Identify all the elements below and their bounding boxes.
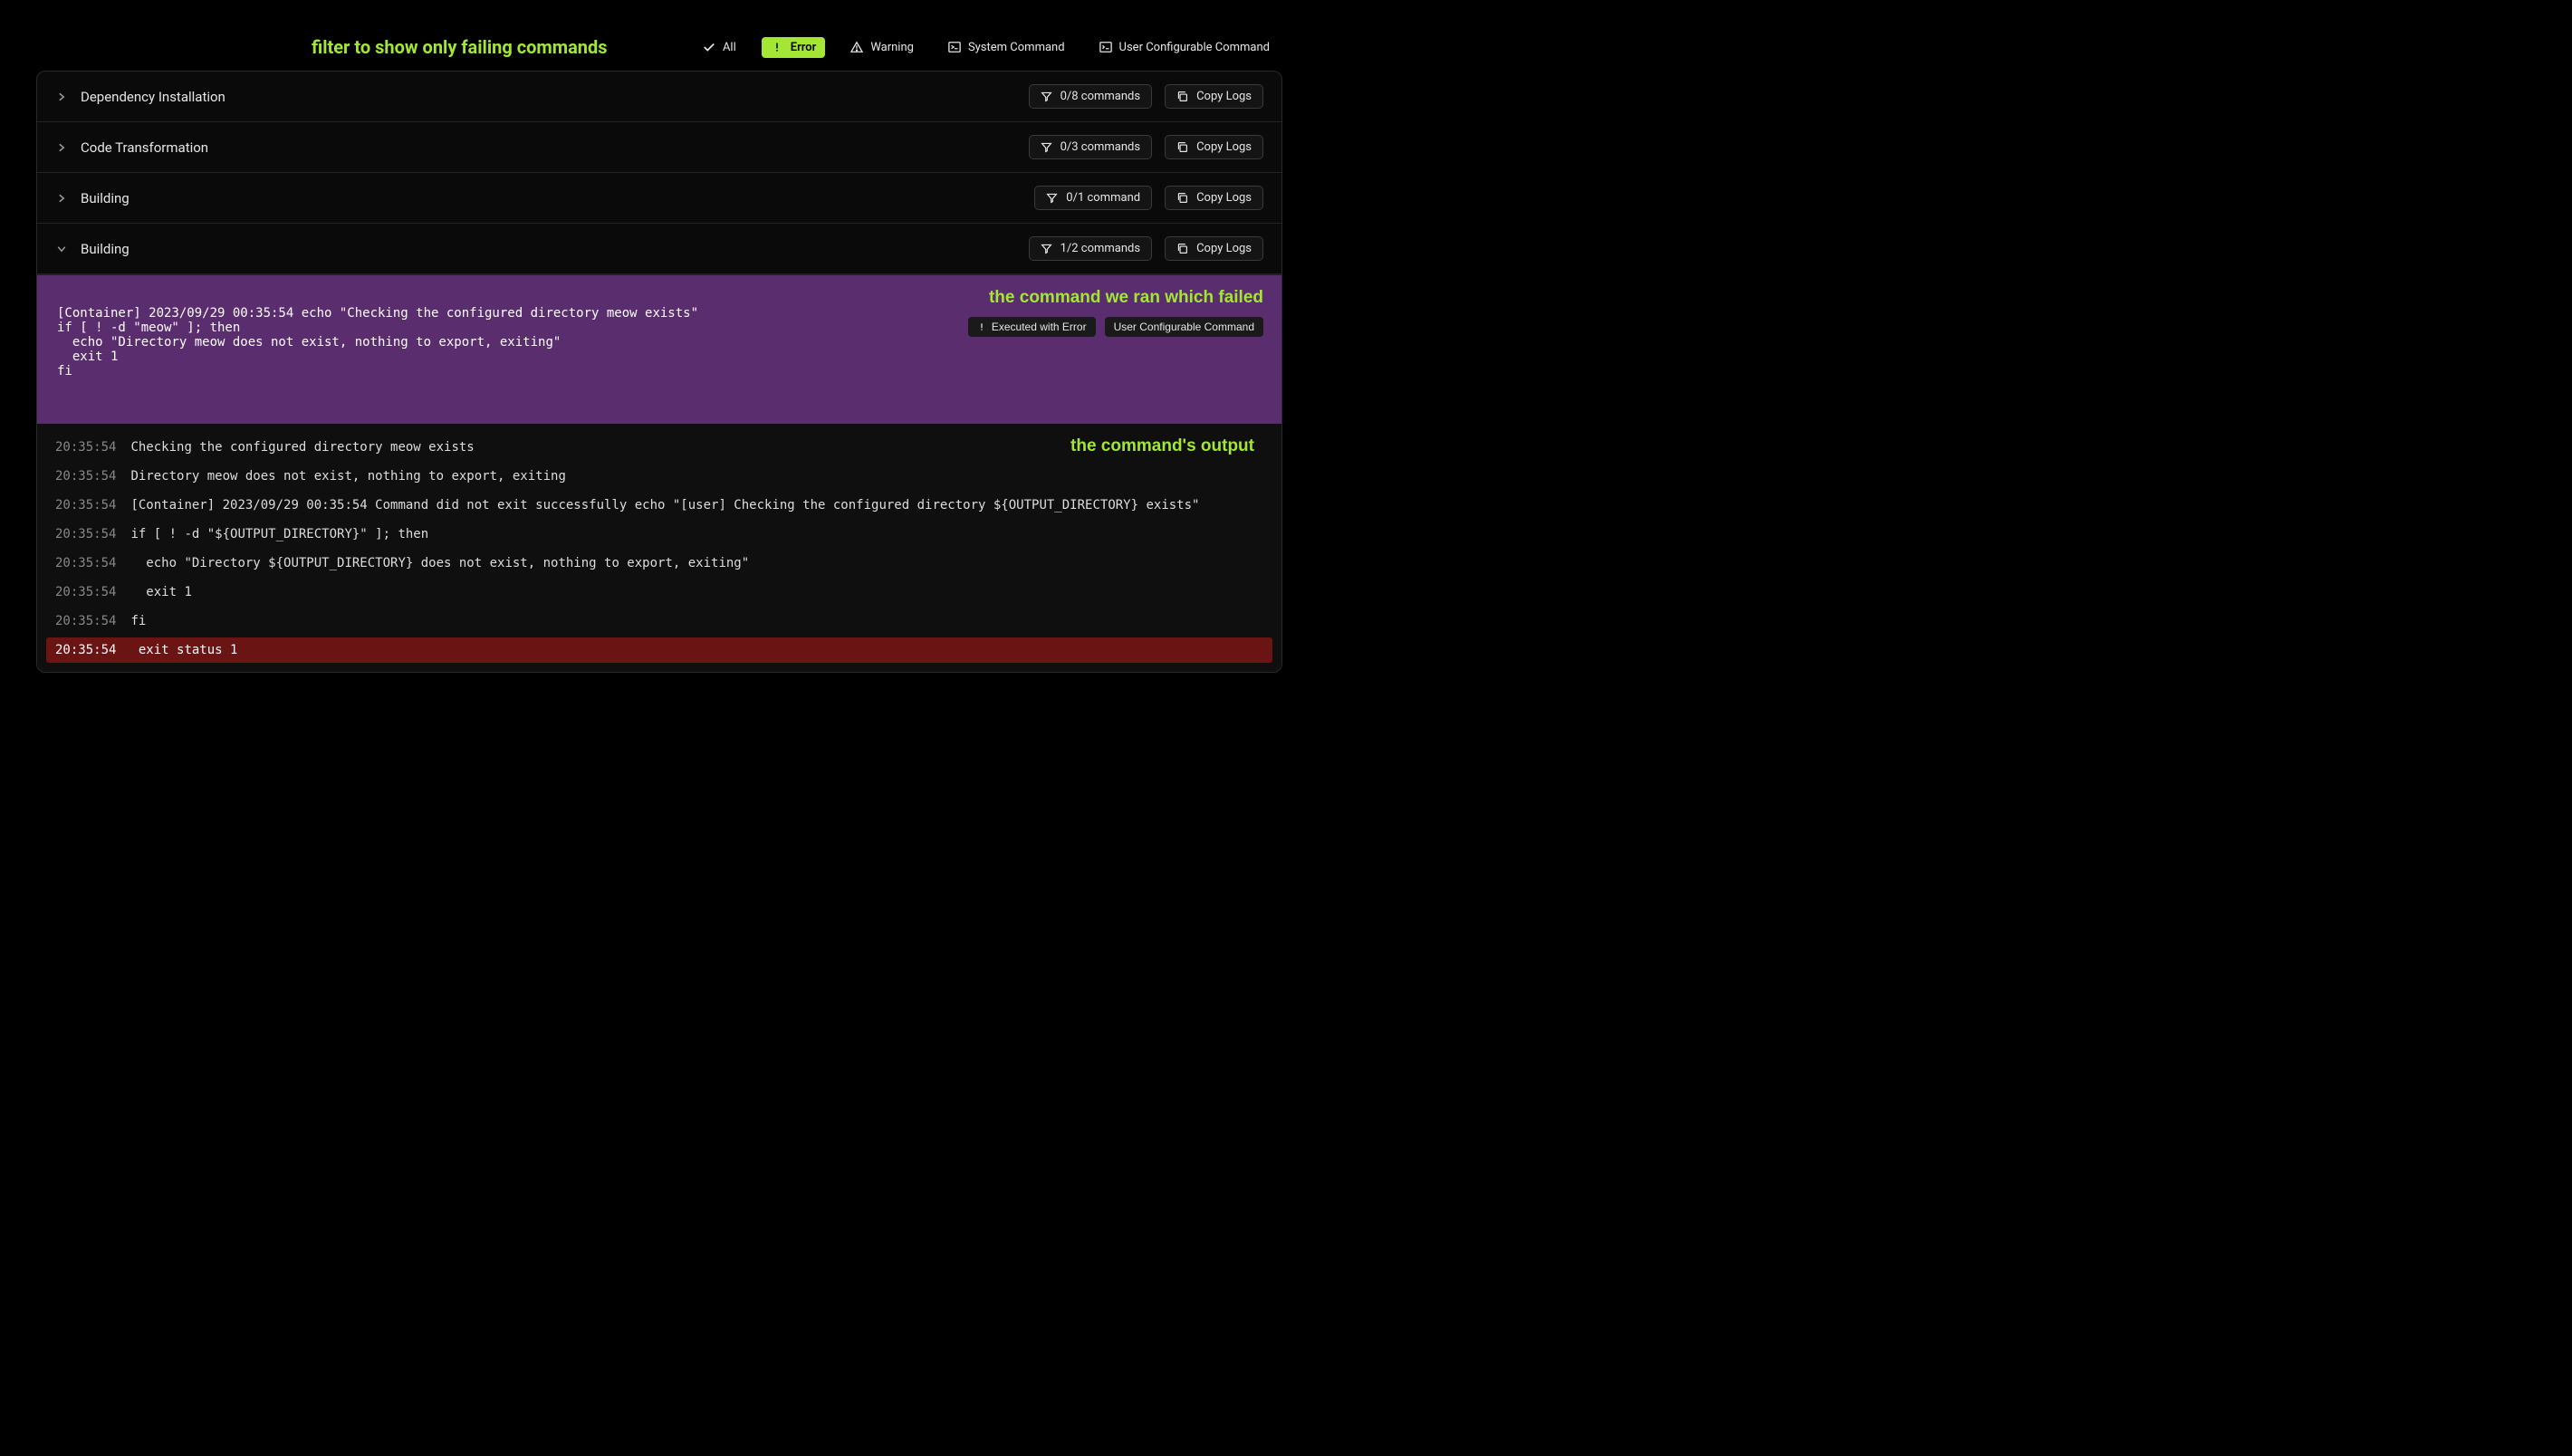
log-message: Checking the configured directory meow e… bbox=[130, 440, 474, 455]
log-timestamp: 20:35:54 bbox=[55, 643, 116, 657]
log-message: fi bbox=[130, 614, 146, 628]
section-title: Dependency Installation bbox=[81, 89, 226, 105]
warning-icon bbox=[850, 41, 863, 53]
filter-icon bbox=[1041, 91, 1053, 103]
type-badge-label: User Configurable Command bbox=[1114, 321, 1254, 333]
filter-icon bbox=[1046, 192, 1059, 205]
log-line: 20:35:54 fi bbox=[46, 608, 1272, 634]
copy-icon bbox=[1176, 91, 1189, 103]
log-line: 20:35:54 exit 1 bbox=[46, 580, 1272, 605]
filter-label: User Configurable Command bbox=[1119, 41, 1270, 54]
commands-count-label: 0/8 commands bbox=[1060, 90, 1141, 103]
check-icon bbox=[703, 41, 715, 53]
type-badge: User Configurable Command bbox=[1105, 317, 1263, 337]
log-message: Directory meow does not exist, nothing t… bbox=[130, 469, 565, 484]
copy-icon bbox=[1176, 192, 1189, 205]
filter-warning[interactable]: Warning bbox=[841, 37, 923, 58]
log-timestamp: 20:35:54 bbox=[55, 527, 116, 541]
log-message: exit 1 bbox=[130, 585, 191, 599]
commands-count-label: 1/2 commands bbox=[1060, 242, 1141, 255]
log-line: 20:35:54 Directory meow does not exist, n… bbox=[46, 464, 1272, 489]
section-building-2[interactable]: Building 1/2 commands Copy Logs bbox=[37, 224, 1281, 274]
log-timestamp: 20:35:54 bbox=[55, 498, 116, 512]
filter-label: System Command bbox=[968, 41, 1065, 54]
log-line: 20:35:54 if [ ! -d "${OUTPUT_DIRECTORY}" … bbox=[46, 522, 1272, 547]
chevron-right-icon bbox=[55, 141, 68, 154]
commands-count-button[interactable]: 0/8 commands bbox=[1029, 84, 1153, 109]
filter-label: Error bbox=[791, 41, 817, 54]
chevron-right-icon bbox=[55, 91, 68, 103]
log-line: 20:35:54 exit status 1 bbox=[46, 637, 1272, 663]
log-line: 20:35:54 echo "Directory ${OUTPUT_DIRECT… bbox=[46, 551, 1272, 576]
status-badge-label: Executed with Error bbox=[992, 321, 1087, 333]
log-timestamp: 20:35:54 bbox=[55, 556, 116, 570]
exclaim-icon bbox=[771, 41, 783, 53]
log-message: echo "Directory ${OUTPUT_DIRECTORY} does… bbox=[130, 556, 749, 570]
log-panel: Dependency Installation 0/8 commands Cop… bbox=[36, 71, 1282, 673]
commands-count-label: 0/1 command bbox=[1066, 191, 1140, 205]
user-terminal-icon bbox=[1099, 41, 1112, 53]
copy-icon bbox=[1176, 243, 1189, 255]
section-title: Code Transformation bbox=[81, 139, 208, 156]
log-timestamp: 20:35:54 bbox=[55, 614, 116, 628]
copy-logs-button[interactable]: Copy Logs bbox=[1165, 84, 1263, 109]
commands-count-button[interactable]: 0/3 commands bbox=[1029, 135, 1153, 159]
output-caption: the command's output bbox=[1070, 436, 1254, 456]
section-code-transformation[interactable]: Code Transformation 0/3 commands Copy Lo… bbox=[37, 122, 1281, 173]
log-timestamp: 20:35:54 bbox=[55, 585, 116, 599]
section-title: Building bbox=[81, 190, 130, 206]
filter-system-command[interactable]: System Command bbox=[939, 37, 1074, 58]
copy-logs-label: Copy Logs bbox=[1196, 191, 1252, 205]
log-timestamp: 20:35:54 bbox=[55, 440, 116, 455]
filter-error[interactable]: Error bbox=[762, 37, 826, 58]
exclaim-icon bbox=[977, 322, 986, 331]
section-dependency-installation[interactable]: Dependency Installation 0/8 commands Cop… bbox=[37, 72, 1281, 122]
filter-caption: filter to show only failing commands bbox=[40, 36, 608, 58]
filter-user-command[interactable]: User Configurable Command bbox=[1090, 37, 1279, 58]
failing-command-text: [Container] 2023/09/29 00:35:54 echo "Ch… bbox=[57, 306, 698, 378]
filter-icon bbox=[1041, 141, 1053, 154]
status-badge: Executed with Error bbox=[968, 317, 1096, 337]
chevron-down-icon bbox=[55, 243, 68, 255]
commands-count-label: 0/3 commands bbox=[1060, 140, 1141, 154]
terminal-icon bbox=[948, 41, 961, 53]
log-timestamp: 20:35:54 bbox=[55, 469, 116, 484]
copy-logs-button[interactable]: Copy Logs bbox=[1165, 236, 1263, 261]
section-building-1[interactable]: Building 0/1 command Copy Logs bbox=[37, 173, 1281, 224]
filter-label: Warning bbox=[870, 41, 914, 54]
failing-command-caption: the command we ran which failed bbox=[989, 288, 1263, 308]
log-line: 20:35:54 [Container] 2023/09/29 00:35:54 … bbox=[46, 493, 1272, 518]
chevron-right-icon bbox=[55, 192, 68, 205]
filter-icon bbox=[1041, 243, 1053, 255]
filters-row: filter to show only failing commands All… bbox=[36, 36, 1282, 58]
command-output-block: the command's output 20:35:54 Checking th… bbox=[37, 424, 1281, 672]
copy-logs-label: Copy Logs bbox=[1196, 242, 1252, 255]
section-title: Building bbox=[81, 241, 130, 257]
log-message: [Container] 2023/09/29 00:35:54 Command … bbox=[130, 498, 1199, 512]
commands-count-button[interactable]: 0/1 command bbox=[1034, 186, 1152, 210]
copy-icon bbox=[1176, 141, 1189, 154]
filter-label: All bbox=[723, 41, 736, 54]
copy-logs-label: Copy Logs bbox=[1196, 140, 1252, 154]
log-message: if [ ! -d "${OUTPUT_DIRECTORY}" ]; then bbox=[130, 527, 428, 541]
commands-count-button[interactable]: 1/2 commands bbox=[1029, 236, 1153, 261]
failing-command-block: [Container] 2023/09/29 00:35:54 echo "Ch… bbox=[37, 274, 1281, 424]
copy-logs-button[interactable]: Copy Logs bbox=[1165, 135, 1263, 159]
filter-all[interactable]: All bbox=[694, 37, 745, 58]
copy-logs-button[interactable]: Copy Logs bbox=[1165, 186, 1263, 210]
log-message: exit status 1 bbox=[130, 643, 237, 657]
copy-logs-label: Copy Logs bbox=[1196, 90, 1252, 103]
